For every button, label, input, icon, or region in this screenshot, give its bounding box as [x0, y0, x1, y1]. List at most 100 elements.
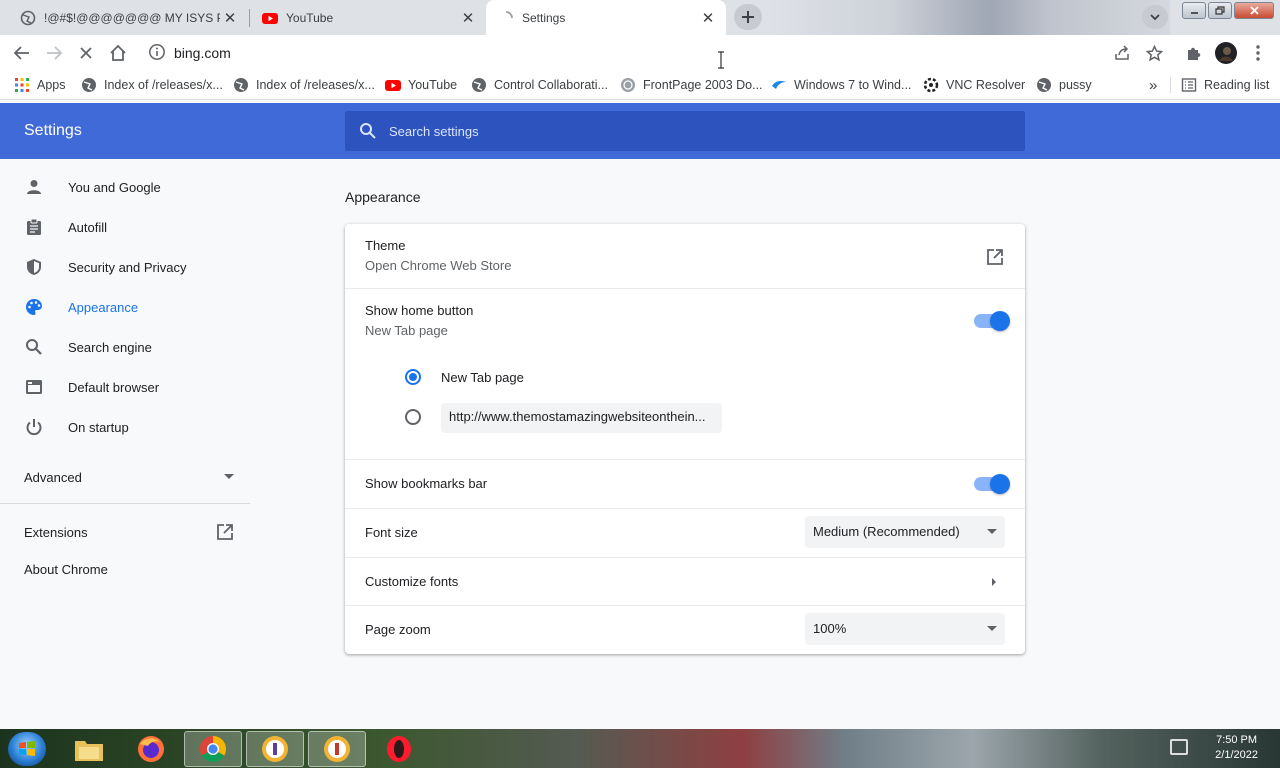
sidebar-item-search-engine[interactable]: Search engine: [0, 327, 250, 367]
share-button[interactable]: [1110, 41, 1134, 65]
globe-icon: [82, 78, 96, 92]
close-tab-icon[interactable]: ✕: [458, 8, 478, 28]
sidebar-item-security-and-privacy[interactable]: Security and Privacy: [0, 247, 250, 287]
home-button-toggle[interactable]: [974, 311, 1010, 331]
home-button-row: Show home button New Tab page New Tab pa…: [345, 289, 1025, 459]
sidebar-item-label: Extensions: [24, 524, 88, 540]
sidebar-item-default-browser[interactable]: Default browser: [0, 367, 250, 407]
taskbar-firefox[interactable]: [122, 731, 180, 767]
puzzle-icon: [1187, 47, 1200, 60]
sidebar-item-extensions[interactable]: Extensions: [24, 521, 234, 543]
back-button[interactable]: [10, 41, 34, 65]
tab-youtube[interactable]: YouTube ✕: [250, 0, 486, 35]
bookmark-label: YouTube: [408, 78, 458, 92]
youtube-icon: [385, 80, 401, 91]
font-size-select[interactable]: Medium (Recommended): [805, 516, 1005, 548]
close-tab-icon[interactable]: ✕: [220, 8, 240, 28]
address-bar[interactable]: bing.com: [140, 38, 1180, 68]
taskbar-app-key-2[interactable]: [308, 731, 366, 767]
shield-icon: [24, 257, 44, 277]
bookmark-item[interactable]: Index of /releases/x...: [81, 75, 223, 95]
customize-fonts-label: Customize fonts: [365, 574, 459, 589]
globe-icon: [1037, 78, 1051, 92]
youtube-icon: [262, 12, 278, 24]
toggle-knob: [990, 311, 1010, 331]
tab-settings[interactable]: Settings ✕: [486, 0, 726, 35]
windows-logo-icon: [19, 741, 35, 756]
chrome-menu-button[interactable]: [1246, 41, 1270, 65]
sidebar-item-label: Autofill: [68, 219, 108, 235]
clock-date: 2/1/2022: [1215, 749, 1258, 761]
forward-button[interactable]: [42, 41, 66, 65]
custom-home-url-input[interactable]: http://www.themostamazingwebsiteonthein.…: [441, 403, 722, 433]
sidebar-item-on-startup[interactable]: On startup: [0, 407, 250, 447]
bookmark-item[interactable]: Control Collaborati...: [471, 75, 608, 95]
bookmark-label: Windows 7 to Wind...: [794, 78, 912, 92]
arrow-right-icon: [47, 46, 62, 60]
start-button[interactable]: [8, 732, 46, 766]
page-zoom-value: 100%: [813, 621, 847, 636]
bookmark-item[interactable]: pussy: [1036, 75, 1092, 95]
new-tab-button[interactable]: [734, 4, 762, 30]
bookmarks-overflow-button[interactable]: »: [1149, 75, 1157, 95]
taskbar-opera[interactable]: [370, 731, 428, 767]
page-zoom-select[interactable]: 100%: [805, 613, 1005, 645]
extensions-button[interactable]: [1181, 41, 1205, 65]
reading-list-button[interactable]: Reading list: [1181, 75, 1269, 95]
info-icon[interactable]: [148, 43, 166, 61]
home-button-sublabel: New Tab page: [365, 323, 448, 338]
chrome-icon: [199, 735, 227, 763]
stop-loading-button[interactable]: [74, 41, 98, 65]
open-in-new-icon[interactable]: [986, 248, 1004, 266]
bookmark-item[interactable]: Windows 7 to Wind...: [771, 75, 911, 95]
bookmark-item[interactable]: VNC Resolver: [923, 75, 1025, 95]
taskbar-file-explorer[interactable]: [60, 731, 118, 767]
home-icon: [110, 44, 126, 61]
sidebar-item-autofill[interactable]: Autofill: [0, 207, 250, 247]
bookmark-star-button[interactable]: [1142, 41, 1166, 65]
sidebar-advanced-toggle[interactable]: Advanced: [24, 467, 234, 487]
bookmark-apps[interactable]: Apps: [14, 75, 66, 95]
bookmarks-bar-row[interactable]: Show bookmarks bar: [345, 460, 1025, 508]
sidebar-divider: [0, 503, 250, 504]
sidebar-item-about-chrome[interactable]: About Chrome: [24, 562, 108, 577]
settings-search[interactable]: [345, 111, 1025, 151]
stop-icon: [80, 47, 92, 59]
sidebar-advanced-label: Advanced: [24, 469, 82, 485]
home-button[interactable]: [106, 41, 130, 65]
bookmark-item[interactable]: FrontPage 2003 Do...: [620, 75, 763, 95]
customize-fonts-row[interactable]: Customize fonts: [345, 558, 1025, 606]
profile-avatar[interactable]: [1214, 41, 1238, 65]
taskbar-app-key[interactable]: [246, 731, 304, 767]
section-title-appearance: Appearance: [345, 189, 421, 205]
clipboard-icon: [24, 217, 44, 237]
caret-down-icon: [224, 474, 234, 479]
bookmark-label: Apps: [37, 78, 66, 92]
appearance-card: Theme Open Chrome Web Store Show home bu…: [345, 224, 1025, 654]
radio-custom-url[interactable]: [405, 409, 421, 425]
system-clock[interactable]: 7:50 PM 2/1/2022: [1215, 733, 1258, 763]
sidebar-item-you-and-google[interactable]: You and Google: [0, 167, 250, 207]
bookmarks-bar-toggle[interactable]: [974, 474, 1010, 494]
page-title: Settings: [24, 122, 82, 139]
theme-row[interactable]: Theme Open Chrome Web Store: [345, 224, 1025, 288]
radio-new-tab-page[interactable]: [405, 369, 421, 385]
bookmark-item[interactable]: YouTube: [385, 75, 457, 95]
close-tab-icon[interactable]: ✕: [698, 8, 718, 28]
close-window-button[interactable]: [1234, 2, 1274, 19]
minimize-button[interactable]: [1182, 2, 1206, 19]
theme-sublabel: Open Chrome Web Store: [365, 258, 512, 273]
bookmark-item[interactable]: Index of /releases/x...: [233, 75, 375, 95]
search-input[interactable]: [389, 111, 1009, 151]
network-tray-icon[interactable]: [1170, 739, 1188, 755]
overflow-chevron-icon: »: [1149, 76, 1158, 94]
bookmarks-divider: [1170, 77, 1171, 93]
restore-button[interactable]: [1208, 2, 1232, 19]
taskbar-chrome[interactable]: [184, 731, 242, 767]
sidebar-item-appearance[interactable]: Appearance: [0, 287, 250, 327]
tab-isys[interactable]: !@#$!@@@@@@@ MY ISYS PF ✕: [8, 0, 248, 35]
tab-search-button[interactable]: [1142, 5, 1168, 29]
chevron-down-icon: [1150, 13, 1160, 20]
reading-list-icon: [1181, 78, 1197, 92]
dropdown-arrow-icon: [987, 626, 997, 631]
